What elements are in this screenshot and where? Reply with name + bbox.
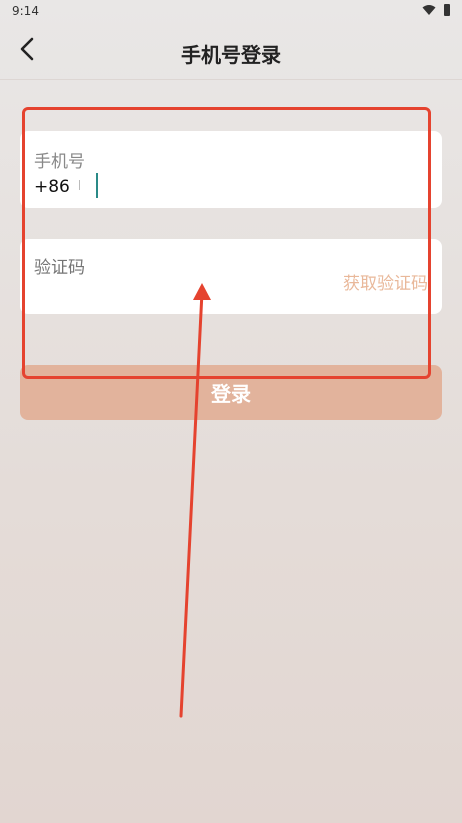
country-code-divider bbox=[79, 180, 80, 190]
header: 手机号登录 bbox=[0, 22, 462, 80]
phone-field-card: 手机号 +86 bbox=[20, 131, 442, 208]
login-button[interactable]: 登录 bbox=[20, 365, 442, 420]
country-code[interactable]: +86 bbox=[34, 177, 70, 197]
battery-icon bbox=[444, 4, 450, 16]
get-code-button[interactable]: 获取验证码 bbox=[343, 269, 428, 294]
wifi-icon bbox=[422, 5, 436, 15]
text-caret bbox=[96, 173, 98, 198]
status-time: 9:14 bbox=[12, 4, 39, 18]
phone-field-label: 手机号 bbox=[34, 152, 85, 172]
phone-input[interactable] bbox=[90, 173, 420, 199]
verification-code-input[interactable] bbox=[34, 255, 324, 281]
status-icons bbox=[422, 4, 450, 16]
status-bar: 9:14 bbox=[0, 0, 462, 22]
code-field-card: 获取验证码 bbox=[20, 239, 442, 314]
page-title: 手机号登录 bbox=[181, 43, 281, 67]
